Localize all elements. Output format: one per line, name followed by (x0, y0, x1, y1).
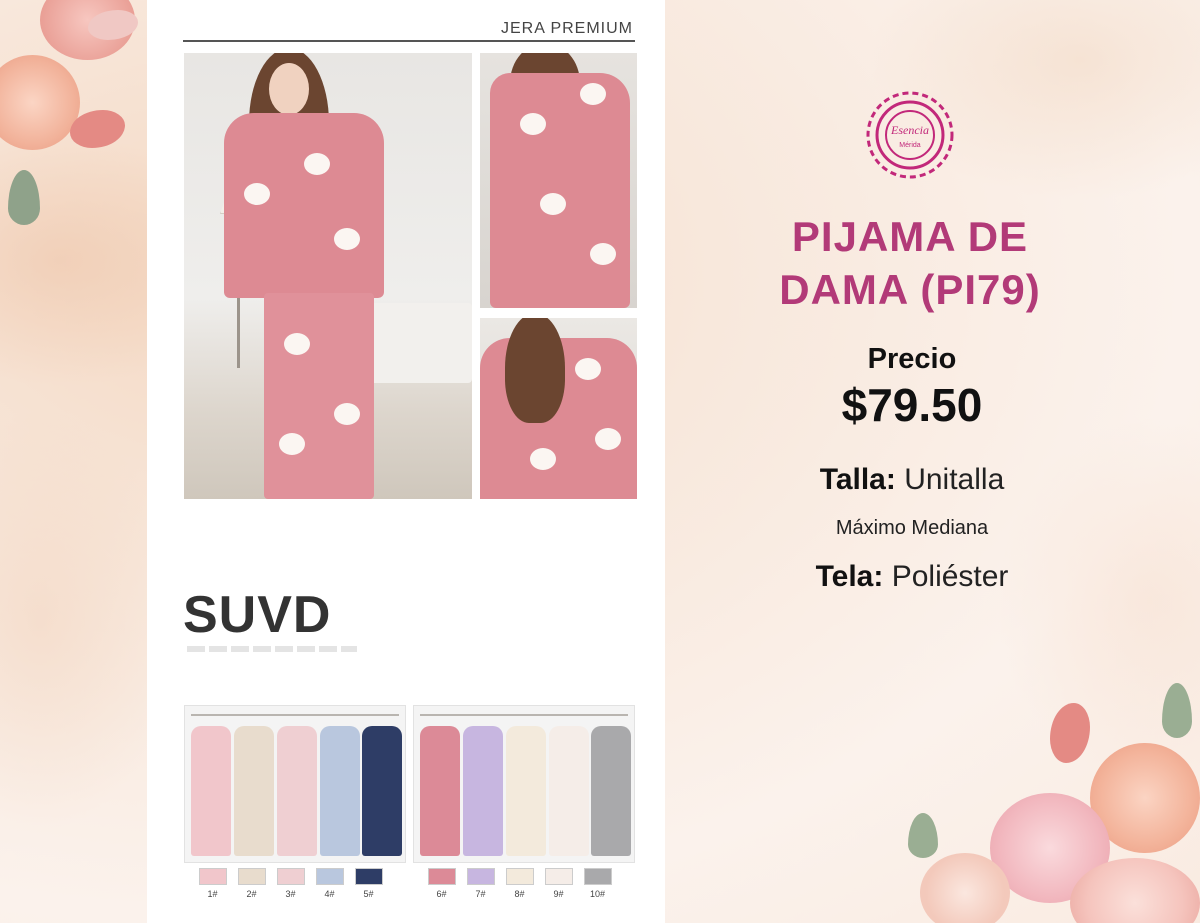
variant-swatch: 1# (193, 868, 232, 899)
variant-swatch-color (544, 868, 573, 885)
variant-swatch-label: 8# (514, 889, 525, 899)
variant-swatch-label: 2# (246, 889, 257, 899)
size-label: Talla: (819, 463, 896, 496)
catalog-logo: SUVD (183, 586, 332, 644)
variant-swatch-color (315, 868, 344, 885)
flower-decoration-top-left (0, 0, 150, 240)
fabric-spec: Tela: Poliéster (762, 560, 1062, 594)
variants-photo-left (184, 705, 406, 863)
fabric-value: Poliéster (891, 560, 1009, 593)
product-title-line1: PIJAMA DE (791, 213, 1029, 260)
variants-photo-right (413, 705, 635, 863)
variant-swatch: 10# (578, 868, 617, 899)
variant-swatch-color (583, 868, 612, 885)
swatch-row-right: 6# 7# 8# 9# 10# (422, 868, 617, 899)
variant-swatch-color (276, 868, 305, 885)
product-photo-back-detail (480, 318, 637, 499)
fabric-label: Tela: (815, 560, 884, 593)
price-label: Precio (867, 343, 957, 375)
size-note: Máximo Mediana (835, 517, 989, 539)
variant-swatch-label: 9# (553, 889, 564, 899)
product-photo-main (184, 53, 472, 499)
variant-swatch-color (466, 868, 495, 885)
product-title: PIJAMA DE DAMA (PI79) (740, 210, 1080, 316)
emblem-subtitle: Mérida (899, 142, 921, 149)
variant-swatch-color (354, 868, 383, 885)
variant-swatch: 2# (232, 868, 271, 899)
size-spec: Talla: Unitalla (762, 463, 1062, 497)
price-value: $79.50 (841, 379, 983, 431)
variant-swatch: 4# (310, 868, 349, 899)
logo-subline (187, 646, 357, 652)
variant-swatch-color (505, 868, 534, 885)
variant-swatch-label: 7# (475, 889, 486, 899)
variant-swatch-label: 5# (363, 889, 374, 899)
product-photo-front-detail (480, 53, 637, 308)
variant-swatch: 6# (422, 868, 461, 899)
variant-swatch-color (237, 868, 266, 885)
variant-swatch: 7# (461, 868, 500, 899)
variant-swatch: 5# (349, 868, 388, 899)
variant-swatch-label: 10# (589, 889, 606, 899)
variant-swatch-label: 4# (324, 889, 335, 899)
product-title-line2: DAMA (PI79) (779, 266, 1041, 313)
variant-swatch-label: 3# (285, 889, 296, 899)
emblem-name: Esencia (890, 123, 929, 137)
brand-header-rule (183, 40, 635, 42)
swatch-row-left: 1# 2# 3# 4# 5# (193, 868, 388, 899)
variant-swatch-color (427, 868, 456, 885)
variant-swatch-color (198, 868, 227, 885)
variant-swatch: 9# (539, 868, 578, 899)
catalog-image-panel: JERA PREMIUM SUVD 1# 2# 3# 4# 5# 6# 7# 8… (147, 0, 665, 923)
brand-header: JERA PREMIUM (500, 20, 633, 37)
esencia-logo-emblem: Esencia Mérida (866, 91, 954, 179)
variant-swatch: 3# (271, 868, 310, 899)
variant-swatch-label: 1# (207, 889, 218, 899)
variant-swatch: 8# (500, 868, 539, 899)
size-value: Unitalla (904, 463, 1005, 496)
variant-swatch-label: 6# (436, 889, 447, 899)
flower-decoration-bottom-right (900, 683, 1200, 923)
